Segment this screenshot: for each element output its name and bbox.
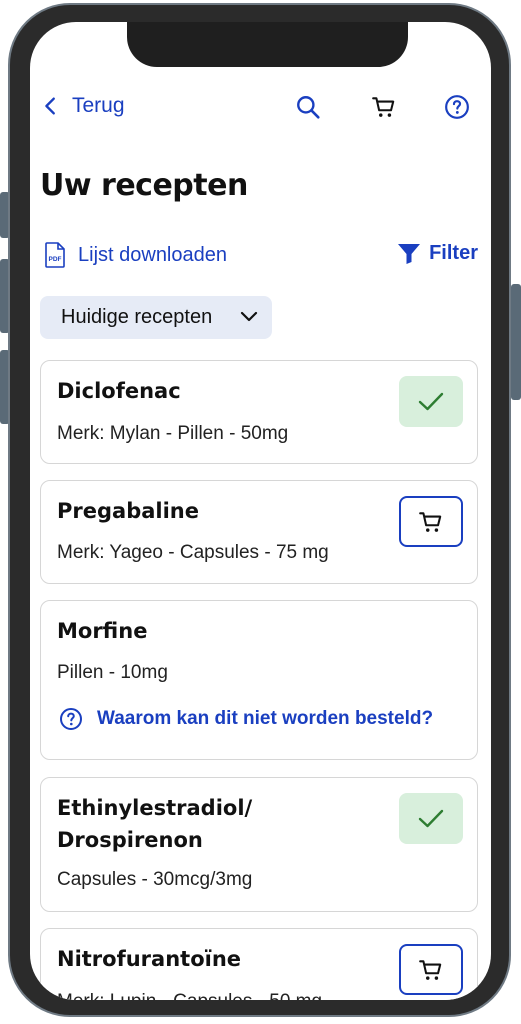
why-link-label: Waarom kan dit niet worden besteld? (97, 708, 434, 729)
filter-button[interactable]: Filter (397, 242, 478, 265)
cart-icon (419, 511, 442, 532)
chevron-down-icon (240, 311, 258, 322)
prescription-card[interactable]: Pregabaline Merk: Yageo - Capsules - 75 … (40, 480, 478, 584)
medication-name: Nitrofurantoïne (57, 947, 242, 971)
medication-name-line-1: Ethinylestradiol/ (57, 796, 253, 820)
medication-details: Merk: Lupin - Capsules - 50 mg (57, 991, 322, 1000)
phone-screen: Terug Uw recepten PDF Lijst downloaden F… (30, 22, 491, 1000)
medication-name: Diclofenac (57, 379, 181, 403)
power-button (511, 284, 521, 400)
download-label: Lijst downloaden (78, 243, 227, 266)
prescription-card[interactable]: Ethinylestradiol/ Drospirenon Capsules -… (40, 777, 478, 912)
help-icon (60, 708, 82, 730)
medication-details: Merk: Mylan - Pillen - 50mg (57, 423, 289, 444)
search-icon[interactable] (295, 94, 321, 120)
medication-details: Capsules - 30mcg/3mg (57, 869, 253, 890)
cart-icon (419, 959, 442, 980)
medication-name: Pregabaline (57, 499, 199, 523)
prescription-card[interactable]: Nitrofurantoïne Merk: Lupin - Capsules -… (40, 928, 478, 1000)
medication-name: Ethinylestradiol/ Drospirenon (57, 792, 252, 856)
medication-name: Morfine (57, 619, 148, 643)
medication-details: Merk: Yageo - Capsules - 75 mg (57, 542, 329, 563)
filter-icon (398, 243, 421, 264)
prescription-card[interactable]: Diclofenac Merk: Mylan - Pillen - 50mg (40, 360, 478, 464)
chevron-left-icon (45, 97, 55, 115)
cart-icon[interactable] (371, 94, 397, 120)
pdf-icon: PDF (45, 242, 65, 268)
help-icon[interactable] (444, 94, 470, 120)
checkmark-icon (418, 392, 444, 410)
page-title: Uw recepten (40, 168, 248, 203)
add-to-cart-button[interactable] (399, 944, 463, 995)
ordered-status-badge (399, 793, 463, 844)
prescription-card[interactable]: Morfine Pillen - 10mg Waarom kan dit nie… (40, 600, 478, 760)
checkmark-icon (418, 809, 444, 827)
add-to-cart-button[interactable] (399, 496, 463, 547)
filter-label: Filter (429, 242, 478, 264)
notch (127, 22, 408, 67)
why-not-orderable-link[interactable]: Waarom kan dit niet worden besteld? (59, 707, 433, 731)
pdf-icon-text: PDF (49, 256, 62, 263)
medication-name-line-2: Drospirenon (57, 828, 203, 852)
top-bar: Terug (30, 88, 491, 128)
back-label: Terug (72, 94, 125, 117)
back-button[interactable]: Terug (40, 94, 125, 118)
ordered-status-badge (399, 376, 463, 427)
prescription-type-dropdown[interactable]: Huidige recepten (40, 296, 272, 339)
medication-details: Pillen - 10mg (57, 662, 168, 683)
download-list-button[interactable]: PDF Lijst downloaden (44, 242, 227, 268)
dropdown-selected-value: Huidige recepten (61, 306, 213, 328)
